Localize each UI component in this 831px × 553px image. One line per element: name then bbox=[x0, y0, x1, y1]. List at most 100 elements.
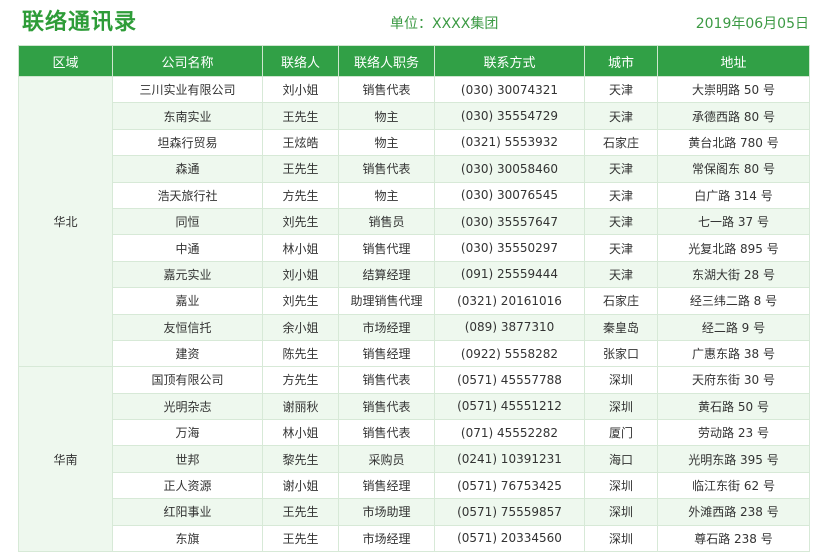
contact-cell: 陈先生 bbox=[262, 339, 339, 368]
city-cell: 深圳 bbox=[584, 366, 658, 394]
address-cell: 东湖大街 28 号 bbox=[657, 260, 810, 289]
title-cell: 销售经理 bbox=[338, 339, 435, 368]
table-row[interactable]: 正人资源 谢小姐 销售经理 (0571) 76753425 深圳 临江东街 62 号 bbox=[19, 471, 810, 500]
company-cell: 浩天旅行社 bbox=[112, 181, 263, 209]
city-cell: 天津 bbox=[584, 155, 658, 183]
title-cell: 销售代表 bbox=[338, 392, 435, 421]
contact-cell: 王先生 bbox=[262, 498, 339, 526]
phone-cell: (0571) 45551212 bbox=[434, 392, 585, 421]
address-cell: 承德西路 80 号 bbox=[657, 102, 810, 130]
company-cell: 嘉元实业 bbox=[112, 260, 263, 289]
table-row[interactable]: 建资 陈先生 销售经理 (0922) 5558282 张家口 广惠东路 38 号 bbox=[19, 339, 810, 368]
table-row[interactable]: 嘉业 刘先生 助理销售代理 (0321) 20161016 石家庄 经三纬二路 8 号 bbox=[19, 287, 810, 315]
company-cell: 东南实业 bbox=[112, 102, 263, 130]
company-cell: 万海 bbox=[112, 419, 263, 447]
contact-cell: 王先生 bbox=[262, 524, 339, 553]
table-row[interactable]: 万海 林小姐 销售代表 (071) 45552282 厦门 劳动路 23 号 bbox=[19, 419, 810, 447]
address-cell: 七一路 37 号 bbox=[657, 207, 810, 236]
contact-cell: 谢丽秋 bbox=[262, 392, 339, 421]
city-cell: 深圳 bbox=[584, 524, 658, 553]
title-cell: 销售代表 bbox=[338, 75, 435, 104]
title-cell: 结算经理 bbox=[338, 260, 435, 289]
title-cell: 助理销售代理 bbox=[338, 287, 435, 315]
contact-table: 区域 公司名称 联络人 联络人职务 联系方式 城市 地址 华北 三川实业有限公司刘… bbox=[18, 45, 810, 553]
address-cell: 黄石路 50 号 bbox=[657, 392, 810, 421]
table-row[interactable]: 同恒 刘先生 销售员 (030) 35557647 天津 七一路 37 号 bbox=[19, 207, 810, 236]
table-row[interactable]: 友恒信托 余小姐 市场经理 (089) 3877310 秦皇岛 经二路 9 号 bbox=[19, 313, 810, 341]
contact-cell: 黎先生 bbox=[262, 445, 339, 473]
title-cell: 物主 bbox=[338, 102, 435, 130]
phone-cell: (0571) 45557788 bbox=[434, 366, 585, 394]
address-cell: 经二路 9 号 bbox=[657, 313, 810, 341]
contact-cell: 刘小姐 bbox=[262, 75, 339, 104]
city-cell: 深圳 bbox=[584, 392, 658, 421]
table-row[interactable]: 东南实业 王先生 物主 (030) 35554729 天津 承德西路 80 号 bbox=[19, 102, 810, 130]
table-row[interactable]: 浩天旅行社 方先生 物主 (030) 30076545 天津 白广路 314 号 bbox=[19, 181, 810, 209]
city-cell: 天津 bbox=[584, 75, 658, 104]
title-cell: 市场经理 bbox=[338, 524, 435, 553]
table-row[interactable]: 红阳事业 王先生 市场助理 (0571) 75559857 深圳 外滩西路 238 号 bbox=[19, 498, 810, 526]
company-cell: 嘉业 bbox=[112, 287, 263, 315]
address-cell: 常保阁东 80 号 bbox=[657, 155, 810, 183]
company-cell: 三川实业有限公司 bbox=[112, 75, 263, 104]
phone-cell: (091) 25559444 bbox=[434, 260, 585, 289]
city-cell: 石家庄 bbox=[584, 287, 658, 315]
company-cell: 东旗 bbox=[112, 524, 263, 553]
header-company[interactable]: 公司名称 bbox=[112, 45, 263, 77]
header-title[interactable]: 联络人职务 bbox=[338, 45, 435, 77]
city-cell: 厦门 bbox=[584, 419, 658, 447]
contact-cell: 林小姐 bbox=[262, 419, 339, 447]
title-cell: 市场经理 bbox=[338, 313, 435, 341]
header-bar: 联络通讯录 单位：XXXX集团 2019年06月05日 bbox=[0, 0, 831, 44]
company-cell: 坦森行贸易 bbox=[112, 128, 263, 157]
phone-cell: (030) 30074321 bbox=[434, 75, 585, 104]
address-cell: 白广路 314 号 bbox=[657, 181, 810, 209]
table-body: 华北 三川实业有限公司 刘小姐 销售代表 (030) 30074321 天津 大崇明路 50… bbox=[18, 75, 810, 553]
contact-cell: 林小姐 bbox=[262, 234, 339, 262]
phone-cell: (0241) 10391231 bbox=[434, 445, 585, 473]
unit-label: 单位：XXXX集团 bbox=[390, 16, 499, 32]
address-cell: 广惠东路 38 号 bbox=[657, 339, 810, 368]
table-row[interactable]: 华南 国顶有限公司 方先生 销售代表 (0571) 45557788 深圳 天府东街 30 … bbox=[18, 366, 810, 553]
address-cell: 天府东街 30 号 bbox=[657, 366, 810, 394]
contact-cell: 王先生 bbox=[262, 102, 339, 130]
city-cell: 秦皇岛 bbox=[584, 313, 658, 341]
header-phone[interactable]: 联系方式 bbox=[434, 45, 585, 77]
company-cell: 森通 bbox=[112, 155, 263, 183]
header-contact[interactable]: 联络人 bbox=[262, 45, 339, 77]
city-cell: 张家口 bbox=[584, 339, 658, 368]
phone-cell: (0922) 5558282 bbox=[434, 339, 585, 368]
company-cell: 建资 bbox=[112, 339, 263, 368]
phone-cell: (030) 35550297 bbox=[434, 234, 585, 262]
header-city[interactable]: 城市 bbox=[584, 45, 658, 77]
company-cell: 国顶有限公司 bbox=[112, 366, 263, 394]
city-cell: 海口 bbox=[584, 445, 658, 473]
region-cell: 华北 bbox=[18, 75, 113, 368]
phone-cell: (0571) 20334560 bbox=[434, 524, 585, 553]
address-cell: 黄台北路 780 号 bbox=[657, 128, 810, 157]
title-cell: 物主 bbox=[338, 181, 435, 209]
phone-cell: (0321) 20161016 bbox=[434, 287, 585, 315]
date-label: 2019年06月05日 bbox=[695, 16, 809, 32]
title-cell: 物主 bbox=[338, 128, 435, 157]
company-cell: 红阳事业 bbox=[112, 498, 263, 526]
table-row[interactable]: 森通 王先生 销售代表 (030) 30058460 天津 常保阁东 80 号 bbox=[19, 155, 810, 183]
title-cell: 销售员 bbox=[338, 207, 435, 236]
phone-cell: (089) 3877310 bbox=[434, 313, 585, 341]
city-cell: 天津 bbox=[584, 102, 658, 130]
title-cell: 销售代理 bbox=[338, 234, 435, 262]
header-region[interactable]: 区域 bbox=[18, 45, 113, 77]
company-cell: 世邦 bbox=[112, 445, 263, 473]
table-row[interactable]: 中通 林小姐 销售代理 (030) 35550297 天津 光复北路 895 号 bbox=[19, 234, 810, 262]
table-row[interactable]: 光明杂志 谢丽秋 销售代表 (0571) 45551212 深圳 黄石路 50 号 bbox=[19, 392, 810, 421]
title-cell: 采购员 bbox=[338, 445, 435, 473]
header-address[interactable]: 地址 bbox=[657, 45, 810, 77]
phone-cell: (030) 30076545 bbox=[434, 181, 585, 209]
table-row[interactable]: 华北 三川实业有限公司 刘小姐 销售代表 (030) 30074321 天津 大崇明路 50… bbox=[18, 75, 810, 368]
contact-cell: 余小姐 bbox=[262, 313, 339, 341]
table-row[interactable]: 世邦 黎先生 采购员 (0241) 10391231 海口 光明东路 395 号 bbox=[19, 445, 810, 473]
table-row[interactable]: 嘉元实业 刘小姐 结算经理 (091) 25559444 天津 东湖大街 28 号 bbox=[19, 260, 810, 289]
table-row[interactable]: 坦森行贸易 王炫皓 物主 (0321) 5553932 石家庄 黄台北路 780 号 bbox=[19, 128, 810, 157]
city-cell: 天津 bbox=[584, 234, 658, 262]
table-row[interactable]: 东旗 王先生 市场经理 (0571) 20334560 深圳 尊石路 238 号 bbox=[19, 524, 810, 553]
